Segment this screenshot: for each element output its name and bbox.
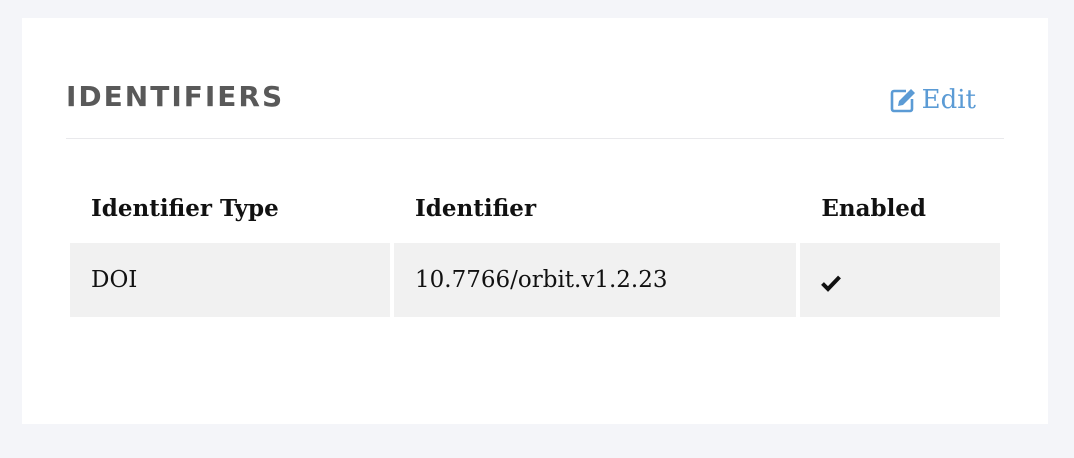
column-header-identifier: Identifier — [415, 195, 537, 222]
identifier-type-cell: DOI — [70, 243, 391, 317]
section-title: IDENTIFIERS — [66, 80, 285, 113]
table-row: DOI 10.7766/orbit.v1.2.23 — [70, 243, 1000, 317]
identifiers-card: IDENTIFIERS Edit Identifier Type Identif… — [22, 18, 1048, 424]
check-icon — [821, 272, 842, 292]
edit-link[interactable]: Edit — [890, 84, 976, 116]
enabled-cell — [800, 243, 1000, 317]
table-header-row: Identifier Type Identifier Enabled — [70, 195, 1000, 243]
edit-icon — [890, 87, 916, 113]
identifiers-table: Identifier Type Identifier Enabled DOI 1… — [66, 195, 1004, 317]
column-header-enabled: Enabled — [821, 195, 927, 222]
identifier-cell: 10.7766/orbit.v1.2.23 — [394, 243, 797, 317]
card-header: IDENTIFIERS Edit — [66, 80, 1004, 139]
column-header-identifier-type: Identifier Type — [91, 195, 279, 222]
edit-label: Edit — [921, 85, 976, 115]
